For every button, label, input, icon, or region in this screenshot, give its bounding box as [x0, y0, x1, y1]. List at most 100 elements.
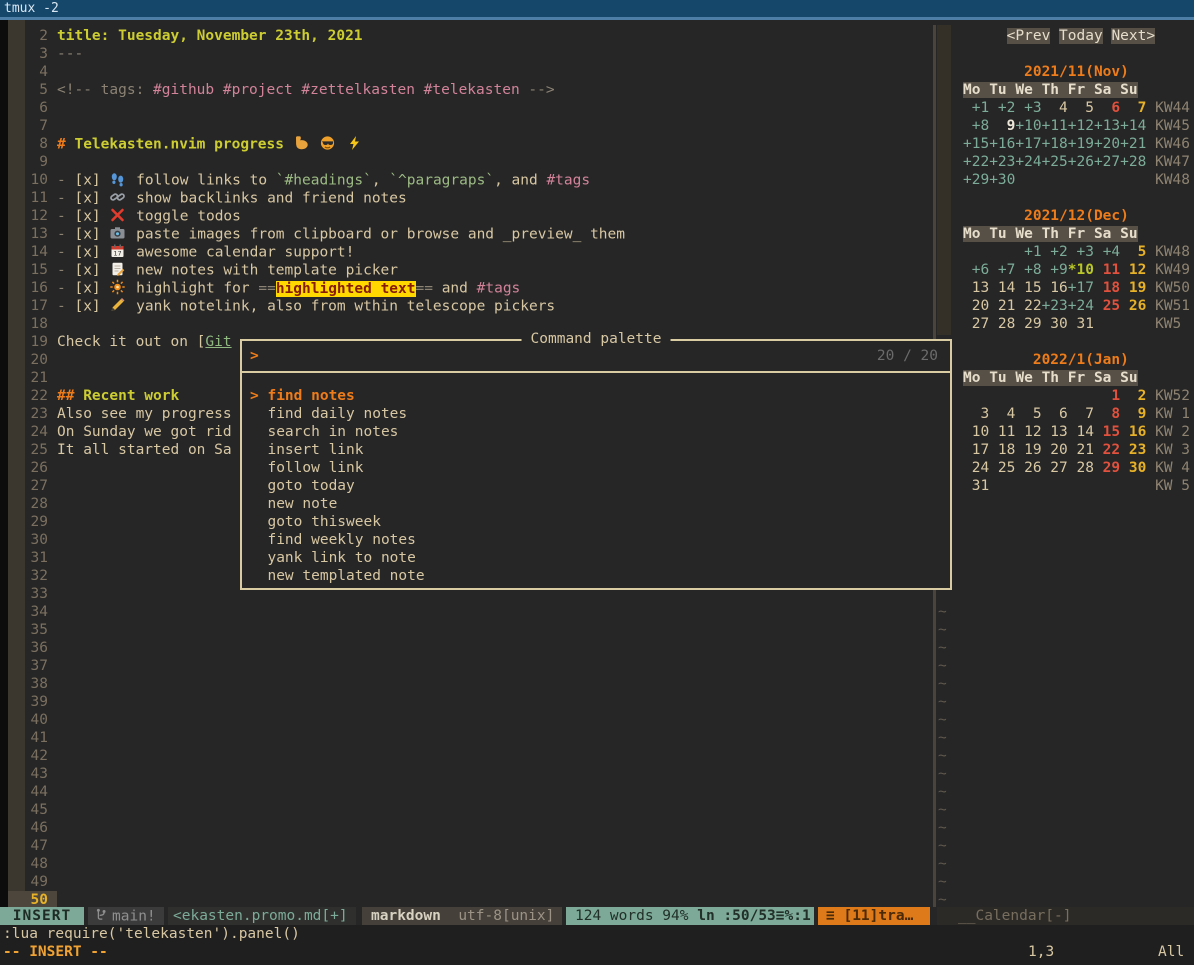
calendar-row[interactable]: 3 4 5 6 7 8 9 KW 1 — [963, 405, 1190, 423]
text-run: It all started on Sa — [57, 442, 232, 458]
editor-line[interactable]: 18 — [0, 315, 933, 333]
calendar-row[interactable]: Mo Tu We Th Fr Sa Su — [963, 225, 1138, 243]
line-number: 10 — [0, 171, 48, 189]
palette-item[interactable]: follow link — [250, 459, 946, 477]
calendar-row[interactable]: 31 KW 5 — [963, 477, 1190, 495]
calendar-row[interactable]: 17 18 19 20 21 22 23 KW 3 — [963, 441, 1190, 459]
palette-item[interactable]: goto today — [250, 477, 946, 495]
calendar-row[interactable]: 2021/12(Dec) — [963, 207, 1129, 225]
palette-item[interactable]: new templated note — [250, 567, 946, 585]
calendar-nav-button[interactable]: <Prev — [1007, 28, 1051, 44]
calendar-row[interactable]: +15+16+17+18+19+20+21 KW46 — [963, 135, 1190, 153]
calendar-row[interactable]: 27 28 29 30 31 KW5 — [963, 315, 1181, 333]
editor-line[interactable]: 39 — [0, 693, 933, 711]
editor-line[interactable]: 10 - [x] follow links to `#headings`, `^p… — [0, 171, 933, 189]
calendar-statusline: __Calendar[-] — [937, 907, 1194, 925]
text-run: 3 4 5 6 7 — [963, 406, 1094, 422]
editor-line[interactable]: 49 — [0, 873, 933, 891]
calendar-nav-button[interactable]: Today — [1059, 28, 1103, 44]
calendar-row[interactable]: Mo Tu We Th Fr Sa Su — [963, 81, 1138, 99]
editor-line[interactable]: 5<!-- tags: #github #project #zettelkast… — [0, 81, 933, 99]
calendar-row[interactable]: Mo Tu We Th Fr Sa Su — [963, 369, 1138, 387]
tilde-marker: ~ — [938, 621, 947, 639]
editor-line[interactable]: 14- [x] 17 awesome calendar support! — [0, 243, 933, 261]
editor-line[interactable]: 17- [x] yank notelink, also from wthin t… — [0, 297, 933, 315]
calendar-row[interactable]: 2021/11(Nov) — [963, 63, 1129, 81]
palette-item[interactable]: > find notes — [250, 387, 946, 405]
palette-item-label: goto today — [267, 478, 354, 494]
text-run: 25 — [1094, 298, 1120, 314]
editor-line[interactable]: 36 — [0, 639, 933, 657]
text-run: 23 — [1120, 442, 1146, 458]
text-run: - — [57, 263, 74, 279]
palette-item[interactable]: new note — [250, 495, 946, 513]
editor-line[interactable]: 42 — [0, 747, 933, 765]
palette-prompt[interactable]: > — [250, 347, 259, 365]
cross-icon — [109, 207, 126, 223]
editor-line[interactable]: 47 — [0, 837, 933, 855]
tab-segment[interactable]: ≡ [11]tra… — [818, 907, 930, 925]
calendar-row[interactable]: 20 21 22+23+24 25 26 KW51 — [963, 297, 1190, 315]
item-indent — [250, 568, 267, 584]
calendar-row[interactable]: +22+23+24+25+26+27+28 KW47 — [963, 153, 1190, 171]
editor-line[interactable]: 40 — [0, 711, 933, 729]
text-run: - — [57, 191, 74, 207]
editor-line[interactable]: 41 — [0, 729, 933, 747]
palette-item[interactable]: insert link — [250, 441, 946, 459]
editor-line[interactable]: 7 — [0, 117, 933, 135]
palette-item-label: find daily notes — [267, 406, 407, 422]
editor-line[interactable]: 48 — [0, 855, 933, 873]
calendar-nav-button[interactable]: Next> — [1111, 28, 1155, 44]
palette-item[interactable]: find daily notes — [250, 405, 946, 423]
editor-line[interactable]: 8# Telekasten.nvim progress — [0, 135, 933, 153]
text-run: follow links to — [127, 173, 275, 189]
palette-item[interactable]: find weekly notes — [250, 531, 946, 549]
editor-line[interactable]: 46 — [0, 819, 933, 837]
editor-line[interactable]: 43 — [0, 765, 933, 783]
editor-line[interactable]: 11- [x] show backlinks and friend notes — [0, 189, 933, 207]
editor-line[interactable]: 37 — [0, 657, 933, 675]
palette-item[interactable]: goto thisweek — [250, 513, 946, 531]
text-run: 12 — [1120, 262, 1146, 278]
calendar-nav[interactable]: <Prev Today Next> — [963, 27, 1155, 45]
ruler-scroll: All — [1158, 943, 1184, 961]
editor-line[interactable]: 44 — [0, 783, 933, 801]
calendar-row[interactable]: 13 14 15 16+17 18 19 KW50 — [963, 279, 1190, 297]
editor-line[interactable]: 16- [x] highlight for ==highlighted text… — [0, 279, 933, 297]
text-run: 2021/11(Nov) — [1024, 64, 1129, 80]
editor-line[interactable]: 38 — [0, 675, 933, 693]
calendar-row[interactable]: +6 +7 +8 +9*10 11 12 KW49 — [963, 261, 1190, 279]
editor-line[interactable]: 12- [x] toggle todos — [0, 207, 933, 225]
editor-line[interactable]: 9 — [0, 153, 933, 171]
calendar-row[interactable]: 2022/1(Jan) — [963, 351, 1129, 369]
text-run: [x] — [74, 299, 109, 315]
command-line[interactable]: :lua require('telekasten').panel() — [3, 925, 300, 943]
palette-item[interactable]: yank link to note — [250, 549, 946, 567]
editor-line[interactable]: 35 — [0, 621, 933, 639]
scrollbar-track[interactable] — [937, 25, 951, 335]
calendar-row[interactable]: +8 9+10+11+12+13+14 KW45 — [963, 117, 1190, 135]
text-run: Mo Tu We Th Fr Sa Su — [963, 82, 1138, 98]
calendar-row[interactable]: +1 +2 +3 4 5 6 7 KW44 — [963, 99, 1190, 117]
editor-line[interactable]: 45 — [0, 801, 933, 819]
editor-line[interactable]: 3--- — [0, 45, 933, 63]
calendar-row[interactable]: 10 11 12 13 14 15 16 KW 2 — [963, 423, 1190, 441]
text-run: 4 5 — [1042, 100, 1094, 116]
calendar-row[interactable]: 1 2 KW52 — [963, 387, 1190, 405]
sunglasses-icon — [319, 135, 336, 151]
memo-icon — [109, 261, 126, 277]
editor-line[interactable]: 13- [x] paste images from clipboard or b… — [0, 225, 933, 243]
editor-line[interactable]: 6 — [0, 99, 933, 117]
line-text: - [x] follow links to `#headings`, `^par… — [57, 171, 590, 190]
calendar-row[interactable]: 24 25 26 27 28 29 30 KW 4 — [963, 459, 1190, 477]
line-text: - [x] toggle todos — [57, 207, 241, 226]
editor-line[interactable]: 15- [x] new notes with template picker — [0, 261, 933, 279]
editor-line[interactable]: 4 — [0, 63, 933, 81]
editor-line[interactable]: 2title: Tuesday, November 23th, 2021 — [0, 27, 933, 45]
filename-segment[interactable]: <ekasten.promo.md[+] — [168, 907, 356, 925]
git-branch-segment[interactable]: main! — [88, 907, 164, 925]
palette-item[interactable]: search in notes — [250, 423, 946, 441]
calendar-row[interactable]: +29+30 KW48 — [963, 171, 1190, 189]
editor-line[interactable]: 34 — [0, 603, 933, 621]
calendar-row[interactable]: +1 +2 +3 +4 5 KW48 — [963, 243, 1190, 261]
